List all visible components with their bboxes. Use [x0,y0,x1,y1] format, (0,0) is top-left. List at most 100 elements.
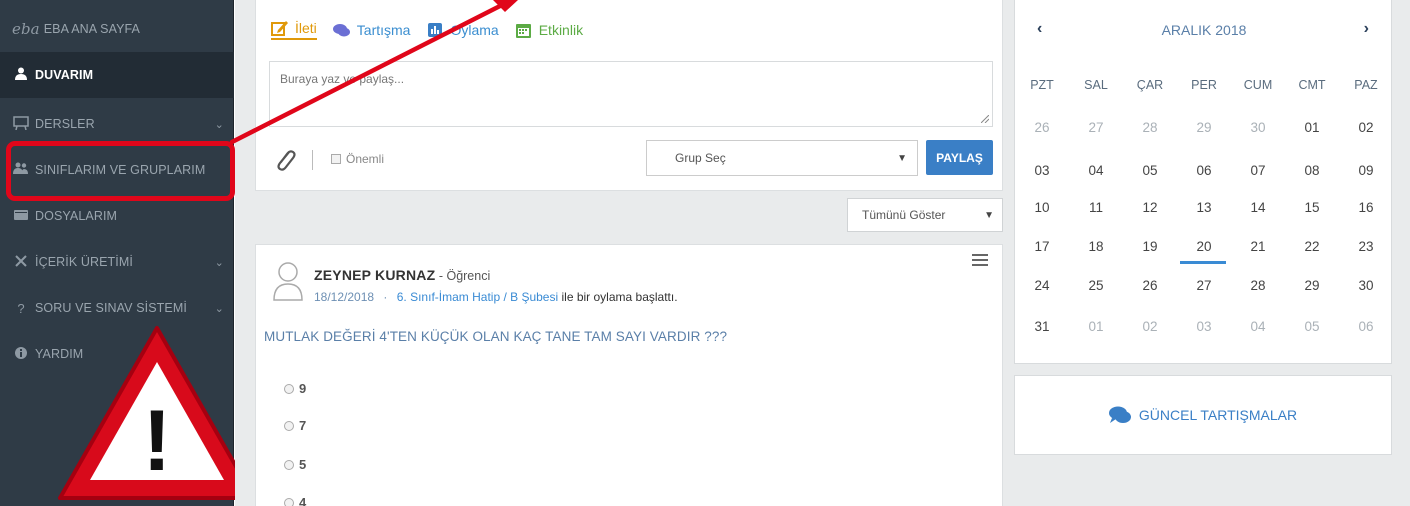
weekday-label: CMT [1298,78,1326,92]
chevron-down-icon: ⌄ [214,118,224,131]
sidebar-item-home[interactable]: eba EBA ANA SAYFA [0,6,234,52]
tab-message[interactable]: İleti [271,20,317,40]
calendar-day[interactable]: 05 [1123,163,1177,178]
calendar-day[interactable]: 06 [1339,319,1393,334]
calendar-day[interactable]: 26 [1123,278,1177,293]
calendar-day-today[interactable]: 20 [1177,239,1231,254]
calendar-day[interactable]: 27 [1069,120,1123,135]
post-author: ZEYNEP KURNAZ - Öğrenci [314,267,490,283]
calendar-day[interactable]: 04 [1069,163,1123,178]
filter-select[interactable]: Tümünü Göster ▼ [847,198,1003,232]
poll-option[interactable]: 5 [284,457,306,472]
avatar[interactable] [272,261,304,301]
poll-question: MUTLAK DEĞERİ 4'TEN KÜÇÜK OLAN KAÇ TANE … [264,329,728,344]
checkbox-label: Önemli [346,152,385,166]
calendar-day[interactable]: 14 [1231,200,1285,215]
sidebar-item-content[interactable]: İÇERİK ÜRETİMİ ⌄ [0,239,234,285]
calendar-day[interactable]: 18 [1069,239,1123,254]
calendar-day[interactable]: 13 [1177,200,1231,215]
poll-option[interactable]: 7 [284,418,306,433]
calendar-day[interactable]: 05 [1285,319,1339,334]
calendar-day[interactable]: 02 [1339,120,1393,135]
calendar-day[interactable]: 21 [1231,239,1285,254]
calendar-day[interactable]: 19 [1123,239,1177,254]
calendar-day[interactable]: 04 [1231,319,1285,334]
calendar-day[interactable]: 28 [1231,278,1285,293]
weekday-label: CUM [1243,78,1273,92]
calendar-day[interactable]: 11 [1069,200,1123,215]
sidebar-item-wall[interactable]: DUVARIM [0,52,234,98]
calendar-day[interactable]: 01 [1069,319,1123,334]
calendar-day[interactable]: 17 [1015,239,1069,254]
current-discussions-button[interactable]: GÜNCEL TARTIŞMALAR [1014,375,1392,455]
today-indicator [1180,261,1226,264]
pencil-icon [271,20,288,36]
post-group-link[interactable]: 6. Sınıf-İmam Hatip / B Şubesi [397,290,558,304]
calendar-day[interactable]: 27 [1177,278,1231,293]
group-select[interactable]: Grup Seç ▼ [646,140,918,176]
radio-icon[interactable] [284,420,294,431]
calendar-day[interactable]: 15 [1285,200,1339,215]
resize-handle-icon[interactable] [981,115,989,123]
paperclip-icon[interactable] [274,146,296,172]
feed-post: ZEYNEP KURNAZ - Öğrenci 18/12/2018 · 6. … [255,244,1003,506]
author-name[interactable]: ZEYNEP KURNAZ [314,267,435,283]
current-discussions-label: GÜNCEL TARTIŞMALAR [1138,407,1298,423]
post-meta: 18/12/2018 · 6. Sınıf-İmam Hatip / B Şub… [314,290,678,304]
checkbox-icon[interactable] [331,154,341,164]
chevron-right-icon[interactable]: › [1364,20,1369,38]
calendar-day[interactable]: 25 [1069,278,1123,293]
calendar-day[interactable]: 26 [1015,120,1069,135]
calendar-day[interactable]: 01 [1285,120,1339,135]
radio-icon[interactable] [284,497,294,506]
composer-tabs: İleti Tartışma Oylama Etkinlik [271,20,599,40]
calendar-day[interactable]: 31 [1015,319,1069,334]
radio-icon[interactable] [284,383,294,394]
tab-poll[interactable]: Oylama [426,22,499,38]
share-button[interactable]: PAYLAŞ [926,140,993,175]
tab-event[interactable]: Etkinlik [515,22,583,38]
meta-separator: · [383,290,388,304]
weekday-label: PER [1191,78,1217,92]
tools-icon [12,254,30,271]
calendar-day[interactable]: 06 [1177,163,1231,178]
calendar-day[interactable]: 24 [1015,278,1069,293]
sidebar-item-label: DUVARIM [35,68,94,82]
chevron-down-icon: ⌄ [214,302,224,315]
calendar-day[interactable]: 03 [1015,163,1069,178]
calendar-day[interactable]: 12 [1123,200,1177,215]
calendar-day[interactable]: 29 [1177,120,1231,135]
weekday-label: SAL [1084,78,1108,92]
calendar-title: ARALIK 2018 [1161,22,1247,38]
calendar-day[interactable]: 28 [1123,120,1177,135]
poll-option[interactable]: 9 [284,381,306,396]
calendar-day[interactable]: 30 [1339,278,1393,293]
radio-icon[interactable] [284,459,294,470]
calendar-day[interactable]: 23 [1339,239,1393,254]
tab-discussion[interactable]: Tartışma [332,22,410,38]
calendar-day[interactable]: 29 [1285,278,1339,293]
sidebar-item-label: DERSLER [35,117,95,131]
calendar-day[interactable]: 10 [1015,200,1069,215]
post-textarea[interactable]: Buraya yaz ve paylaş... [269,61,993,127]
calendar-day[interactable]: 16 [1339,200,1393,215]
calendar-week: 17 18 19 20 21 22 23 [1015,239,1393,254]
calendar-week: 31 01 02 03 04 05 06 [1015,319,1393,334]
calendar-day[interactable]: 03 [1177,319,1231,334]
poll-option[interactable]: 4 [284,495,306,506]
sidebar-item-label: İÇERİK ÜRETİMİ [35,255,133,269]
post-date: 18/12/2018 [314,290,375,304]
important-checkbox[interactable]: Önemli [331,152,384,166]
calendar-day[interactable]: 08 [1285,163,1339,178]
weekday-label: PZT [1030,78,1054,92]
highlight-box [6,141,235,201]
hamburger-menu-icon[interactable] [972,253,988,267]
calendar-week: 10 11 12 13 14 15 16 [1015,200,1393,215]
calendar-day[interactable]: 09 [1339,163,1393,178]
calendar-day[interactable]: 30 [1231,120,1285,135]
calendar-week: 24 25 26 27 28 29 30 [1015,278,1393,293]
calendar-day[interactable]: 02 [1123,319,1177,334]
calendar-week: 26 27 28 29 30 01 02 [1015,120,1393,135]
calendar-day[interactable]: 22 [1285,239,1339,254]
calendar-day[interactable]: 07 [1231,163,1285,178]
